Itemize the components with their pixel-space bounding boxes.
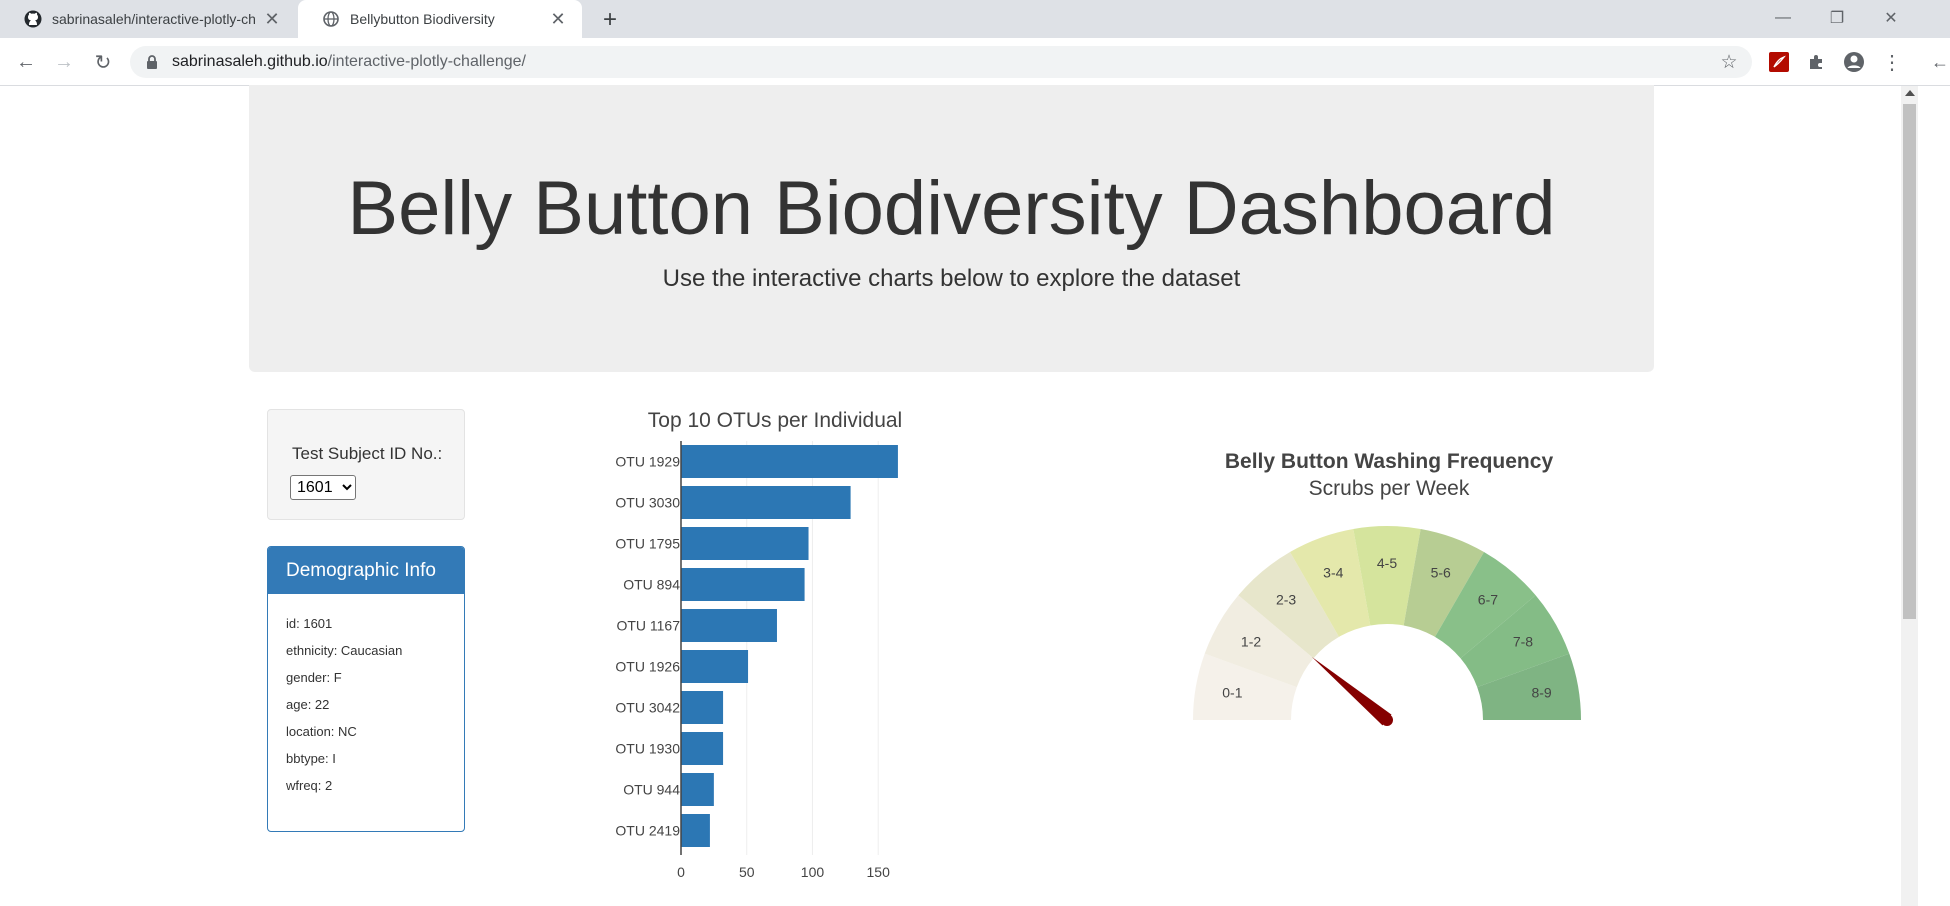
side-panel-back-icon[interactable]: ← bbox=[1930, 50, 1950, 74]
address-bar[interactable]: sabrinasaleh.github.io/interactive-plotl… bbox=[130, 46, 1752, 78]
bar-otu-894 bbox=[681, 568, 805, 601]
wash-frequency-gauge: Belly Button Washing Frequency Scrubs per… bbox=[1193, 450, 1581, 726]
demo-id: id: 1601 bbox=[286, 616, 333, 631]
bar-x-tick-label: 100 bbox=[801, 864, 825, 880]
back-icon[interactable]: ← bbox=[13, 49, 39, 75]
demo-bbtype: bbtype: I bbox=[286, 751, 336, 766]
gauge-title: Belly Button Washing Frequency bbox=[1225, 450, 1554, 473]
reload-icon[interactable]: ↻ bbox=[90, 49, 116, 75]
gauge-subtitle: Scrubs per Week bbox=[1309, 477, 1470, 500]
demographic-info-body: id: 1601 ethnicity: Caucasian gender: F … bbox=[268, 594, 464, 805]
url-host: sabrinasaleh.github.io bbox=[172, 53, 328, 70]
scroll-up-arrow-icon[interactable] bbox=[1905, 90, 1915, 96]
bar-otu-2419 bbox=[681, 814, 710, 847]
page-scrollbar[interactable] bbox=[1901, 86, 1918, 906]
bar-otu-944 bbox=[681, 773, 714, 806]
page-title: Belly Button Biodiversity Dashboard bbox=[347, 166, 1556, 251]
page-subtitle: Use the interactive charts below to expl… bbox=[662, 265, 1241, 292]
new-tab-button[interactable]: + bbox=[596, 6, 624, 34]
demo-gender: gender: F bbox=[286, 670, 342, 685]
globe-icon bbox=[322, 10, 340, 28]
gauge-needle bbox=[1311, 657, 1392, 726]
close-tab-icon[interactable]: ✕ bbox=[260, 7, 284, 31]
close-tab-icon[interactable]: ✕ bbox=[546, 7, 570, 31]
profile-avatar-icon[interactable] bbox=[1842, 50, 1866, 74]
bar-y-tick-label: OTU 3030 bbox=[615, 495, 680, 511]
bar-otu-3030 bbox=[681, 486, 851, 519]
tab-bellybutton[interactable]: Bellybutton Biodiversity ✕ bbox=[298, 0, 582, 38]
gauge-segment-label: 4-5 bbox=[1377, 555, 1397, 571]
bar-x-tick-label: 50 bbox=[739, 864, 755, 880]
demo-location: location: NC bbox=[286, 724, 357, 739]
gauge-segment-label: 8-9 bbox=[1531, 685, 1551, 701]
bar-y-tick-label: OTU 1926 bbox=[615, 659, 680, 675]
tab-title: Bellybutton Biodiversity bbox=[350, 11, 495, 27]
extensions-puzzle-icon[interactable] bbox=[1804, 50, 1828, 74]
demographic-panel-title: Demographic Info bbox=[268, 547, 464, 594]
bar-y-tick-label: OTU 1930 bbox=[615, 741, 680, 757]
tab-github[interactable]: sabrinasaleh/interactive-plotly-ch ✕ bbox=[0, 0, 296, 38]
bar-otu-1926 bbox=[681, 650, 749, 683]
gauge-segment-label: 7-8 bbox=[1513, 634, 1533, 650]
bar-y-tick-label: OTU 1167 bbox=[616, 618, 680, 634]
tab-title: sabrinasaleh/interactive-plotly-ch bbox=[52, 11, 256, 27]
bar-otu-1795 bbox=[681, 527, 809, 560]
bar-y-tick-label: OTU 894 bbox=[623, 577, 680, 593]
close-window-icon[interactable]: ✕ bbox=[1868, 4, 1914, 32]
bar-chart-title: Top 10 OTUs per Individual bbox=[648, 409, 902, 432]
gauge-needle-hub bbox=[1381, 714, 1393, 726]
gauge-segment-label: 3-4 bbox=[1323, 564, 1343, 580]
bar-otu-1930 bbox=[681, 732, 724, 765]
tab-strip: sabrinasaleh/interactive-plotly-ch ✕ Bel… bbox=[0, 0, 1950, 38]
subject-id-select[interactable]: 1601 bbox=[290, 475, 356, 500]
bar-y-tick-label: OTU 3042 bbox=[615, 700, 680, 716]
restore-icon[interactable]: ❐ bbox=[1814, 4, 1860, 32]
bar-y-tick-label: OTU 1795 bbox=[615, 536, 680, 552]
top10-otu-bar-chart: Top 10 OTUs per Individual 0 50 100 150 OTU 1… bbox=[615, 409, 902, 880]
demographic-panel: Demographic Info id: 1601 ethnicity: Cau… bbox=[267, 546, 465, 832]
bar-x-tick-label: 150 bbox=[867, 864, 891, 880]
bar-y-tick-label: OTU 944 bbox=[623, 782, 680, 798]
gauge-segment-label: 6-7 bbox=[1478, 592, 1498, 608]
bar-y-tick-label: OTU 2419 bbox=[615, 823, 680, 839]
bar-x-tick-label: 0 bbox=[677, 864, 685, 880]
bar-otu-1167 bbox=[681, 609, 777, 642]
demo-age: age: 22 bbox=[286, 697, 330, 712]
menu-kebab-icon[interactable]: ⋮ bbox=[1880, 50, 1904, 74]
lock-icon bbox=[146, 54, 160, 70]
github-icon bbox=[24, 10, 42, 28]
bar-otu-3042 bbox=[681, 691, 724, 724]
forward-icon[interactable]: → bbox=[51, 49, 77, 75]
subject-id-label: Test Subject ID No.: bbox=[292, 444, 443, 463]
scrollbar-thumb[interactable] bbox=[1903, 104, 1916, 619]
pdf-extension-icon[interactable] bbox=[1767, 50, 1791, 74]
minimize-icon[interactable]: — bbox=[1760, 4, 1806, 32]
bar-y-tick-label: OTU 1929 bbox=[615, 454, 680, 470]
header-jumbotron: Belly Button Biodiversity Dashboard Use … bbox=[249, 85, 1654, 372]
gauge-segment-label: 5-6 bbox=[1431, 564, 1451, 580]
gauge-segment-label: 2-3 bbox=[1276, 592, 1296, 608]
browser-toolbar: ← → ↻ sabrinasaleh.github.io/interactive… bbox=[0, 38, 1950, 86]
demo-wfreq: wfreq: 2 bbox=[286, 778, 333, 793]
bookmark-star-icon[interactable]: ☆ bbox=[1718, 51, 1740, 73]
gauge-segment-label: 1-2 bbox=[1241, 634, 1261, 650]
gauge-segment-label: 0-1 bbox=[1222, 685, 1242, 701]
url-text: sabrinasaleh.github.io/interactive-plotl… bbox=[172, 53, 526, 71]
bar-otu-1929 bbox=[681, 445, 898, 478]
url-path: /interactive-plotly-challenge/ bbox=[327, 53, 526, 70]
subject-selector-well: Test Subject ID No.: 1601 bbox=[267, 409, 465, 520]
demo-ethnicity: ethnicity: Caucasian bbox=[286, 643, 403, 658]
